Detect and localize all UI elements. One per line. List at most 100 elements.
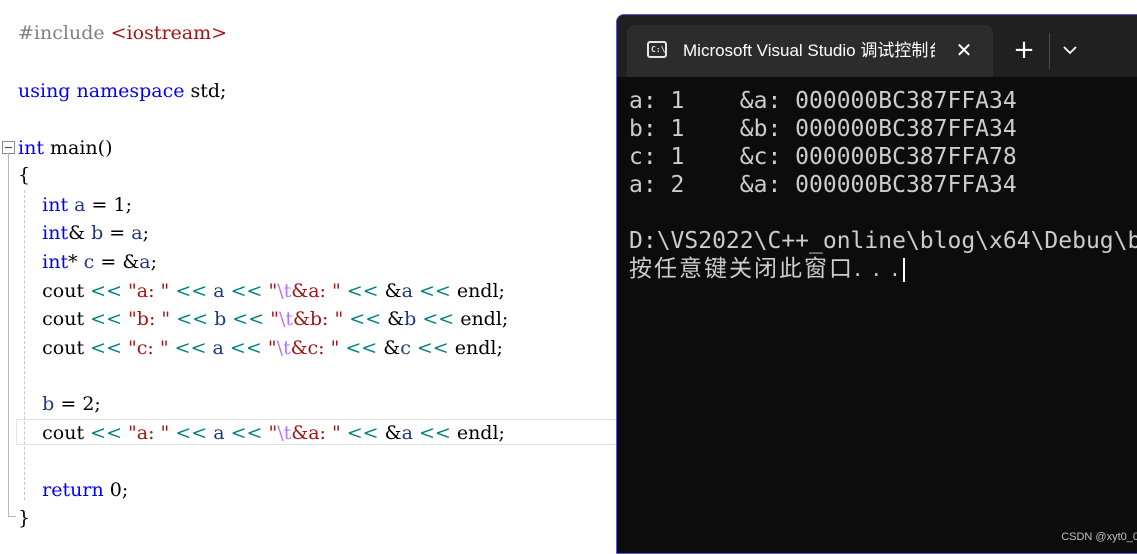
console-line: a: 1 &a: 000000BC387FFA34 [629,88,1017,114]
titlebar-divider [1049,33,1050,69]
code-token: using [18,80,71,102]
code-token: "a: " [128,422,170,444]
code-token: = 2; [54,393,101,415]
code-token: << [345,337,378,359]
code-token: b [91,222,104,244]
code-line[interactable]: { [18,162,30,188]
code-line[interactable]: cout << "a: " << a << "\t&a: " << &a << … [18,278,505,304]
code-token: &c: " [290,337,340,359]
code-token: & [377,337,401,359]
code-token: endl; [450,280,505,302]
code-token: "a: " [128,280,170,302]
code-token: &a: " [291,280,341,302]
console-prompt-text: 按任意键关闭此窗口. . . [629,256,901,282]
code-token: " [268,422,278,444]
code-token: \t [277,422,292,444]
console-titlebar[interactable]: C:\ Microsoft Visual Studio 调试控制台 ✕ + [617,15,1137,77]
code-line[interactable]: int* c = &a; [18,249,157,275]
console-path-line: D:\VS2022\C++_online\blog\x64\Debug\blog… [629,228,1137,254]
code-token: << [175,422,208,444]
code-token: << [90,280,122,302]
code-token: cout [18,308,91,330]
code-token: cout [18,280,91,302]
code-line[interactable]: b = 2; [18,391,101,417]
code-token: \t [276,337,291,359]
code-token: << [90,422,122,444]
code-token: #include [18,22,111,44]
debug-console-window[interactable]: C:\ Microsoft Visual Studio 调试控制台 ✕ + a:… [616,14,1137,554]
code-line[interactable]: } [18,505,30,531]
code-token: std; [184,80,227,102]
terminal-icon: C:\ [647,41,667,58]
code-line[interactable]: int& b = a; [18,220,149,246]
code-token: " [268,280,278,302]
code-token: b [214,308,227,330]
code-token: a [74,194,86,216]
code-token: namespace [76,80,185,102]
code-token: * [68,251,84,273]
terminal-icon-label: C:\ [651,45,666,54]
code-token: b [404,308,417,330]
code-line[interactable]: int main() [18,135,112,161]
code-token: << [175,280,208,302]
code-token: a [401,422,413,444]
code-token: a [213,280,225,302]
code-line[interactable]: cout << "b: " << b << "\t&b: " << &b << … [18,306,508,332]
code-token: \t [277,280,292,302]
console-tab[interactable]: C:\ Microsoft Visual Studio 调试控制台 ✕ [627,25,993,77]
code-token: << [232,308,265,330]
code-line[interactable]: return 0; [18,477,128,503]
code-token: << [174,337,207,359]
watermark: CSDN @xyt0_0 [1061,531,1137,543]
code-token: endl; [448,337,503,359]
code-token: <iostream> [110,22,228,44]
code-token: << [418,422,451,444]
code-token: int [18,137,44,159]
console-output[interactable]: a: 1 &a: 000000BC387FFA34 b: 1 &b: 00000… [629,87,1137,283]
code-token: a [401,280,413,302]
code-token: = & [94,251,140,273]
code-token: &b: " [292,308,344,330]
code-token: } [18,507,31,529]
code-token: int [42,251,69,273]
code-token: << [346,280,379,302]
code-token: & [68,222,92,244]
code-token: a [139,251,151,273]
code-token: << [90,337,122,359]
code-token: a [213,422,225,444]
code-token: & [378,422,402,444]
code-line[interactable]: int a = 1; [18,192,132,218]
code-token: c [400,337,411,359]
code-token: { [18,164,31,186]
code-line[interactable]: using namespace std; [18,78,226,104]
code-token: << [90,308,122,330]
tab-title: Microsoft Visual Studio 调试控制台 [683,41,935,60]
code-token: main() [43,137,113,159]
code-token: " [267,337,277,359]
code-token: c [83,251,95,273]
chevron-down-icon[interactable] [1055,35,1085,65]
plus-icon[interactable]: + [1009,35,1039,65]
code-token: << [349,308,382,330]
code-token: " [270,308,279,330]
code-line[interactable]: #include <iostream> [18,20,227,46]
collapse-toggle-icon[interactable] [2,141,15,154]
code-line[interactable]: cout << "a: " << a << "\t&a: " << &a << … [18,420,505,446]
fold-guide [8,154,9,516]
code-token: << [230,280,263,302]
code-token: = 1; [85,194,132,216]
close-icon[interactable]: ✕ [951,37,977,63]
console-line: a: 2 &a: 000000BC387FFA34 [629,172,1017,198]
code-token: b [42,393,55,415]
code-token: a [212,337,224,359]
code-token: << [176,308,209,330]
code-token: << [346,422,379,444]
code-token: endl; [454,308,509,330]
code-token: int [42,194,69,216]
code-token: << [230,422,263,444]
code-token: "b: " [128,308,171,330]
code-line[interactable]: cout << "c: " << a << "\t&c: " << &c << … [18,335,503,361]
